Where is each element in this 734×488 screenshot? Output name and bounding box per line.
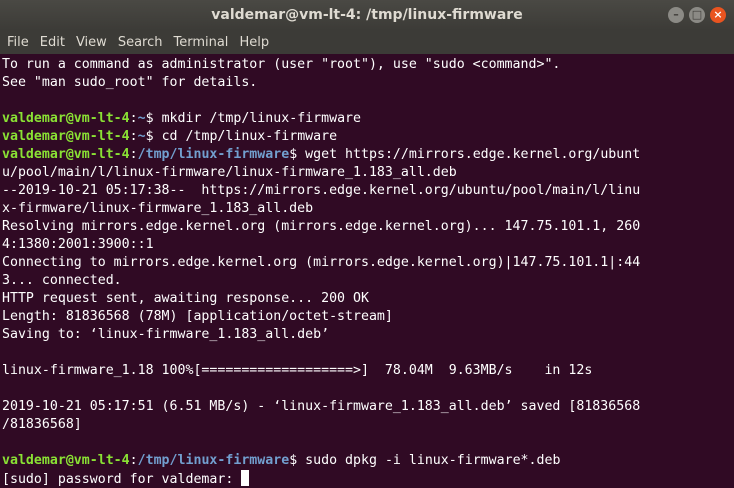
command-text: wget https://mirrors.edge.kernel.org/ubu… xyxy=(305,147,641,162)
prompt-line: valdemar@vm-lt-4:/tmp/linux-firmware$ wg… xyxy=(2,146,734,164)
output-line: 4:1380:2001:3900::1 xyxy=(2,236,734,254)
prompt-symbol: $ xyxy=(145,129,162,144)
prompt-separator: : xyxy=(129,453,138,468)
output-text: 3... connected. xyxy=(2,273,122,288)
output-text: HTTP request sent, awaiting response... … xyxy=(2,291,369,306)
minimize-icon[interactable]: – xyxy=(668,7,684,23)
terminal-output[interactable]: To run a command as administrator (user … xyxy=(0,54,734,488)
output-line: See "man sudo_root" for details. xyxy=(2,74,734,92)
command-text: sudo dpkg -i linux-firmware*.deb xyxy=(305,453,561,468)
output-line: Length: 81836568 (78M) [application/octe… xyxy=(2,308,734,326)
prompt-path: /tmp/linux-firmware xyxy=(137,453,290,468)
prompt-path: ~ xyxy=(137,129,146,144)
menu-file[interactable]: File xyxy=(7,35,29,50)
prompt-user: valdemar@vm-lt-4 xyxy=(2,453,130,468)
prompt-user: valdemar@vm-lt-4 xyxy=(2,129,130,144)
prompt-separator: : xyxy=(129,111,138,126)
output-text: --2019-10-21 05:17:38-- https://mirrors.… xyxy=(2,183,641,198)
output-line: 2019-10-21 05:17:51 (6.51 MB/s) - ‘linux… xyxy=(2,398,734,416)
output-line: linux-firmware_1.18 100%[===============… xyxy=(2,362,734,380)
output-line: x-firmware/linux-firmware_1.183_all.deb xyxy=(2,200,734,218)
output-line: Resolving mirrors.edge.kernel.org (mirro… xyxy=(2,218,734,236)
window-controls: – □ × xyxy=(668,7,726,23)
output-line: HTTP request sent, awaiting response... … xyxy=(2,290,734,308)
output-text: Connecting to mirrors.edge.kernel.org (m… xyxy=(2,255,641,270)
menu-bar: File Edit View Search Terminal Help xyxy=(0,30,734,54)
output-text: Length: 81836568 (78M) [application/octe… xyxy=(2,309,393,324)
prompt-path: ~ xyxy=(137,111,146,126)
output-text: To run a command as administrator (user … xyxy=(2,57,561,72)
output-text: 4:1380:2001:3900::1 xyxy=(2,237,154,252)
output-text: [sudo] password for valdemar: xyxy=(2,472,242,487)
prompt-symbol: $ xyxy=(145,111,162,126)
prompt-line: valdemar@vm-lt-4:~$ cd /tmp/linux-firmwa… xyxy=(2,128,734,146)
menu-view[interactable]: View xyxy=(76,35,107,50)
prompt-line: valdemar@vm-lt-4:/tmp/linux-firmware$ su… xyxy=(2,452,734,470)
prompt-symbol: $ xyxy=(289,453,306,468)
output-text: 2019-10-21 05:17:51 (6.51 MB/s) - ‘linux… xyxy=(2,399,641,414)
output-line: 3... connected. xyxy=(2,272,734,290)
title-bar[interactable]: valdemar@vm-lt-4: /tmp/linux-firmware – … xyxy=(0,0,734,30)
output-text: u/pool/main/l/linux-firmware/linux-firmw… xyxy=(2,165,457,180)
menu-terminal[interactable]: Terminal xyxy=(173,35,228,50)
text-cursor xyxy=(241,470,250,486)
output-line: /81836568] xyxy=(2,416,734,434)
prompt-user: valdemar@vm-lt-4 xyxy=(2,111,130,126)
output-text: Saving to: ‘linux-firmware_1.183_all.deb… xyxy=(2,327,330,342)
command-text: cd /tmp/linux-firmware xyxy=(161,129,338,144)
output-line: --2019-10-21 05:17:38-- https://mirrors.… xyxy=(2,182,734,200)
prompt-path: /tmp/linux-firmware xyxy=(137,147,290,162)
menu-edit[interactable]: Edit xyxy=(40,35,65,50)
close-icon[interactable]: × xyxy=(710,7,726,23)
window-title: valdemar@vm-lt-4: /tmp/linux-firmware xyxy=(211,7,523,23)
output-line: u/pool/main/l/linux-firmware/linux-firmw… xyxy=(2,164,734,182)
prompt-user: valdemar@vm-lt-4 xyxy=(2,147,130,162)
output-text: See "man sudo_root" for details. xyxy=(2,75,258,90)
command-text: mkdir /tmp/linux-firmware xyxy=(161,111,362,126)
output-text: /81836568] xyxy=(2,417,82,432)
prompt-separator: : xyxy=(129,147,138,162)
output-text: linux-firmware_1.18 100%[===============… xyxy=(2,363,593,378)
menu-help[interactable]: Help xyxy=(239,35,269,50)
menu-search[interactable]: Search xyxy=(118,35,163,50)
output-line: To run a command as administrator (user … xyxy=(2,56,734,74)
maximize-icon[interactable]: □ xyxy=(689,7,705,23)
terminal-window: valdemar@vm-lt-4: /tmp/linux-firmware – … xyxy=(0,0,734,488)
prompt-line: valdemar@vm-lt-4:~$ mkdir /tmp/linux-fir… xyxy=(2,110,734,128)
prompt-separator: : xyxy=(129,129,138,144)
output-text: Resolving mirrors.edge.kernel.org (mirro… xyxy=(2,219,641,234)
output-line: [sudo] password for valdemar: xyxy=(2,470,734,488)
prompt-symbol: $ xyxy=(289,147,306,162)
output-line: Connecting to mirrors.edge.kernel.org (m… xyxy=(2,254,734,272)
output-line: Saving to: ‘linux-firmware_1.183_all.deb… xyxy=(2,326,734,344)
output-text: x-firmware/linux-firmware_1.183_all.deb xyxy=(2,201,314,216)
